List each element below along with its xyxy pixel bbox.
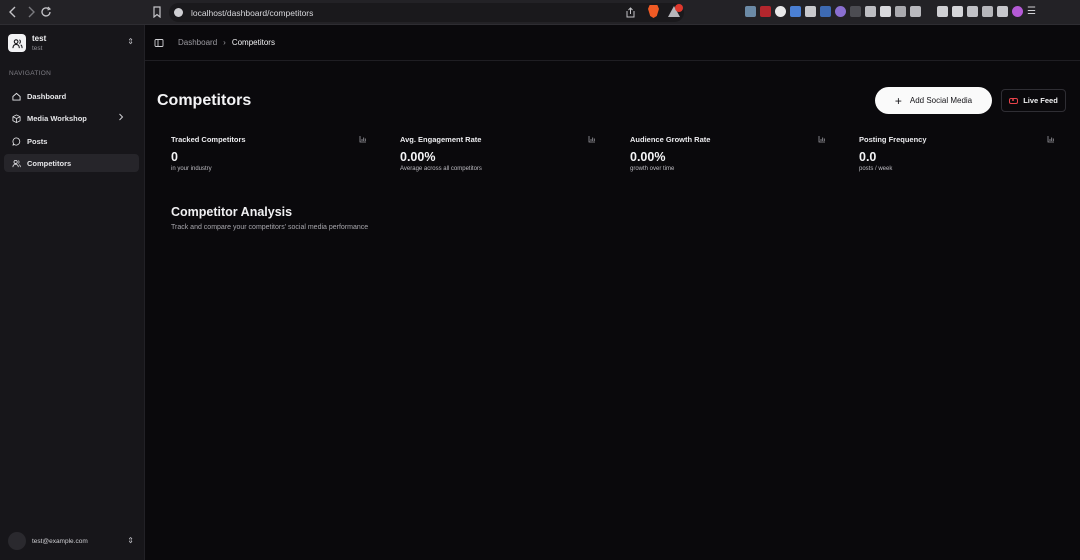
extension-icon[interactable] xyxy=(745,6,756,17)
sidebar-item-media-workshop[interactable]: Media Workshop xyxy=(4,109,139,127)
users-icon xyxy=(12,159,21,167)
stat-card-tracked-competitors: Tracked Competitors 0 in your industry xyxy=(171,135,371,185)
stat-card-engagement-rate: Avg. Engagement Rate 0.00% Average acros… xyxy=(400,135,600,185)
stat-value: 0.00% xyxy=(400,150,436,164)
sidebar-item-dashboard[interactable]: Dashboard xyxy=(4,87,139,105)
page-title: Competitors xyxy=(157,92,252,109)
bar-chart-icon xyxy=(359,136,366,143)
user-menu[interactable]: test@example.com ⇕ xyxy=(8,532,138,550)
plus-icon: + xyxy=(894,93,902,108)
stat-value: 0 xyxy=(171,150,178,164)
stat-subtext: growth over time xyxy=(630,166,675,172)
extension-icon[interactable] xyxy=(820,6,831,17)
reload-icon[interactable] xyxy=(38,4,54,20)
workspace-name: test xyxy=(32,33,47,43)
extension-icon[interactable] xyxy=(850,6,861,17)
workspace-subtitle: test xyxy=(32,44,43,52)
extensions-bar: ☰ xyxy=(745,6,1038,17)
menu-icon[interactable]: ☰ xyxy=(1027,6,1038,17)
live-feed-label: Live Feed xyxy=(1023,96,1058,105)
extension-icon[interactable] xyxy=(865,6,876,17)
extension-icon[interactable] xyxy=(880,6,891,17)
box-icon xyxy=(12,113,21,123)
toolbar-separator xyxy=(925,6,933,17)
stat-subtext: posts / week xyxy=(859,166,893,172)
wallet-icon[interactable] xyxy=(967,6,978,17)
broadcast-icon xyxy=(1009,97,1019,104)
chevrons-up-down-icon: ⇕ xyxy=(127,37,134,46)
avatar xyxy=(8,532,26,550)
back-icon[interactable] xyxy=(5,4,21,20)
sidebar-item-label: Media Workshop xyxy=(27,113,87,123)
add-social-media-button[interactable]: + Add Social Media xyxy=(875,87,992,114)
url-text: localhost/dashboard/competitors xyxy=(191,7,314,18)
extension-icon[interactable] xyxy=(760,6,771,17)
bar-chart-icon xyxy=(1047,136,1054,143)
extension-icon[interactable] xyxy=(790,6,801,17)
sidebar-toggle-icon[interactable] xyxy=(154,38,164,48)
main-content: Dashboard › Competitors Competitors + Ad… xyxy=(145,25,1080,560)
message-circle-icon xyxy=(12,136,21,146)
extension-icon[interactable] xyxy=(910,6,921,17)
user-email: test@example.com xyxy=(32,537,88,545)
extension-icon[interactable] xyxy=(775,6,786,17)
rewards-badge xyxy=(675,4,683,12)
stat-label: Posting Frequency xyxy=(859,135,927,144)
stat-label: Tracked Competitors xyxy=(171,135,246,144)
leo-icon[interactable] xyxy=(982,6,993,17)
stat-card-audience-growth: Audience Growth Rate 0.00% growth over t… xyxy=(630,135,830,185)
forward-icon[interactable] xyxy=(23,4,39,20)
breadcrumb-parent[interactable]: Dashboard xyxy=(178,38,217,47)
sidebar-item-competitors[interactable]: Competitors xyxy=(4,154,139,172)
stat-label: Audience Growth Rate xyxy=(630,135,711,144)
workspace-switcher[interactable]: test test ⇕ xyxy=(8,32,138,54)
sidebar-item-label: Posts xyxy=(27,136,48,146)
profile-icon[interactable] xyxy=(1012,6,1023,17)
section-title: Competitor Analysis xyxy=(171,205,293,219)
stat-label: Avg. Engagement Rate xyxy=(400,135,482,144)
puzzle-icon[interactable] xyxy=(895,6,906,17)
chevron-right-icon xyxy=(119,113,124,121)
stat-subtext: in your industry xyxy=(171,166,212,172)
extension-icon[interactable] xyxy=(805,6,816,17)
sidebar-item-label: Competitors xyxy=(27,158,72,168)
sidebar: test test ⇕ NAVIGATION Dashboard Media W… xyxy=(0,25,145,560)
home-icon xyxy=(12,92,21,101)
top-bar: Dashboard › Competitors xyxy=(145,25,1080,61)
section-subtitle: Track and compare your competitors' soci… xyxy=(171,224,369,231)
stat-subtext: Average across all competitors xyxy=(400,166,482,172)
extension-icon[interactable] xyxy=(835,6,846,17)
workspace-logo-icon xyxy=(8,34,26,52)
breadcrumb-current: Competitors xyxy=(231,38,275,47)
bar-chart-icon xyxy=(588,136,595,143)
browser-toolbar: localhost/dashboard/competitors ☰ xyxy=(0,0,1080,25)
bookmark-icon[interactable] xyxy=(149,4,165,20)
breadcrumb-separator-icon: › xyxy=(223,38,226,47)
sidebar-item-label: Dashboard xyxy=(27,91,67,101)
sidebar-icon[interactable] xyxy=(952,6,963,17)
chevrons-up-down-icon: ⇕ xyxy=(127,536,134,545)
address-bar[interactable]: localhost/dashboard/competitors xyxy=(169,3,684,22)
nav-section-label: NAVIGATION xyxy=(9,70,52,77)
vpn-icon[interactable] xyxy=(997,6,1008,17)
stat-card-posting-frequency: Posting Frequency 0.0 posts / week xyxy=(859,135,1059,185)
live-feed-button[interactable]: Live Feed xyxy=(1001,89,1066,112)
media-icon[interactable] xyxy=(937,6,948,17)
share-icon[interactable] xyxy=(625,7,636,18)
sidebar-item-posts[interactable]: Posts xyxy=(4,132,139,150)
site-info-icon[interactable] xyxy=(174,8,183,17)
bar-chart-icon xyxy=(818,136,825,143)
stat-value: 0.00% xyxy=(630,150,666,164)
add-social-media-label: Add Social Media xyxy=(909,96,973,105)
stat-value: 0.0 xyxy=(859,150,877,164)
